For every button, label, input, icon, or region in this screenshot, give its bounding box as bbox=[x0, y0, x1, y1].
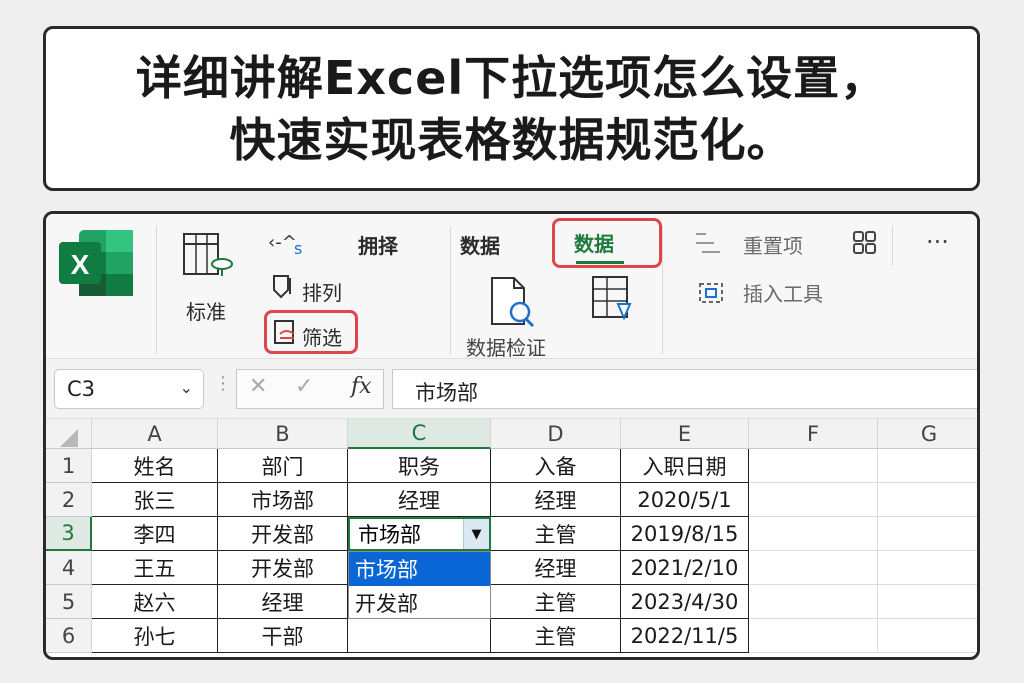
sort-label[interactable]: 排列 bbox=[302, 277, 342, 306]
table-cell[interactable]: 姓名 bbox=[92, 449, 218, 483]
choose-tab[interactable]: 拥择 bbox=[358, 230, 398, 259]
select-all-corner[interactable] bbox=[46, 419, 92, 449]
active-cell-value: 市场部 bbox=[358, 523, 421, 547]
row-header-4[interactable]: 4 bbox=[46, 551, 92, 585]
column-header-a[interactable]: A bbox=[92, 419, 218, 449]
row-header-3[interactable]: 3 bbox=[46, 517, 92, 551]
formula-bar: C3 ⌄ ⋮ ✕ ✓ fx 市场部 bbox=[46, 359, 977, 419]
row-header-1[interactable]: 1 bbox=[46, 449, 92, 483]
table-cell[interactable]: 王五 bbox=[92, 551, 218, 585]
table-cell[interactable]: 入备 bbox=[491, 449, 621, 483]
title-line-2: 快速实现表格数据规范化。 bbox=[229, 112, 794, 167]
filter-label[interactable]: 筛选 bbox=[302, 322, 342, 351]
logo-letter: X bbox=[71, 249, 90, 280]
excel-logo-icon: X bbox=[59, 230, 133, 296]
confirm-icon[interactable]: ✓ bbox=[295, 374, 313, 399]
standard-label[interactable]: 标准 bbox=[186, 296, 226, 325]
table-cell[interactable]: 经理 bbox=[491, 551, 621, 585]
empty-cell[interactable] bbox=[749, 517, 878, 551]
empty-cell[interactable] bbox=[878, 585, 977, 619]
table-cell[interactable]: 赵六 bbox=[92, 585, 218, 619]
name-box-value: C3 bbox=[67, 377, 96, 401]
empty-cell[interactable] bbox=[878, 483, 977, 517]
column-header-c[interactable]: C bbox=[348, 419, 491, 449]
empty-cell[interactable] bbox=[878, 449, 977, 483]
empty-cell[interactable] bbox=[749, 449, 878, 483]
name-box[interactable]: C3 ⌄ bbox=[54, 369, 204, 409]
more-options-icon[interactable]: ··· bbox=[926, 228, 949, 256]
excel-window: X 标准 ‹-^ s 排列 筛选 拥择 数据 数据 数据检证 重置项 插入工具 … bbox=[43, 211, 980, 660]
reset-label[interactable]: 重置项 bbox=[743, 230, 803, 259]
reset-icon[interactable] bbox=[694, 230, 722, 256]
column-header-d[interactable]: D bbox=[491, 419, 621, 449]
table-cell[interactable]: 入职日期 bbox=[621, 449, 749, 483]
chevron-down-icon[interactable]: ⌄ bbox=[180, 378, 193, 397]
table-cell[interactable]: 孙七 bbox=[92, 619, 218, 653]
dropdown-arrow-icon[interactable]: ▼ bbox=[463, 519, 489, 549]
table-filter-icon[interactable] bbox=[182, 232, 234, 280]
shapes-icon[interactable] bbox=[852, 230, 878, 256]
table-cell[interactable]: 2022/11/5 bbox=[621, 619, 749, 653]
table-cell[interactable]: 职务 bbox=[348, 449, 491, 483]
table-cell[interactable]: 经理 bbox=[218, 585, 348, 619]
empty-cell[interactable] bbox=[878, 517, 977, 551]
table-cell[interactable]: 主管 bbox=[491, 585, 621, 619]
table-cell[interactable]: 李四 bbox=[92, 517, 218, 551]
filter-icon[interactable] bbox=[272, 318, 300, 346]
title-line-1: 详细讲解Excel下拉选项怎么设置， bbox=[135, 50, 888, 105]
column-header-e[interactable]: E bbox=[621, 419, 749, 449]
dropdown-option-market[interactable]: 市场部 bbox=[349, 552, 490, 586]
table-cell[interactable]: 市场部 bbox=[218, 483, 348, 517]
column-header-f[interactable]: F bbox=[749, 419, 878, 449]
dropdown-list: 市场部 开发部 bbox=[348, 551, 491, 619]
table-cell[interactable]: 2021/2/10 bbox=[621, 551, 749, 585]
data-tab-plain[interactable]: 数据 bbox=[460, 230, 500, 259]
table-cell[interactable]: 开发部 bbox=[218, 551, 348, 585]
table-dropdown-icon[interactable] bbox=[590, 274, 634, 324]
column-header-b[interactable]: B bbox=[218, 419, 348, 449]
drag-handle-icon[interactable]: ⋮ bbox=[214, 373, 232, 394]
insert-tool-label[interactable]: 插入工具 bbox=[743, 278, 823, 307]
table-cell[interactable]: 张三 bbox=[92, 483, 218, 517]
data-validation-icon[interactable] bbox=[486, 274, 536, 328]
empty-cell[interactable] bbox=[749, 551, 878, 585]
sort-arrows-icon[interactable]: ‹-^ s bbox=[268, 230, 308, 256]
cancel-icon[interactable]: ✕ bbox=[249, 374, 267, 399]
column-header-g[interactable]: G bbox=[878, 419, 977, 449]
data-validation-label[interactable]: 数据检证 bbox=[466, 332, 546, 361]
empty-cell[interactable] bbox=[749, 585, 878, 619]
formula-controls: ✕ ✓ fx bbox=[236, 369, 384, 409]
empty-cell[interactable] bbox=[749, 483, 878, 517]
empty-cell[interactable] bbox=[878, 551, 977, 585]
table-cell[interactable]: 干部 bbox=[218, 619, 348, 653]
table-cell[interactable]: 经理 bbox=[491, 483, 621, 517]
insert-tool-icon[interactable] bbox=[694, 278, 728, 308]
empty-cell[interactable] bbox=[749, 619, 878, 653]
row-header-6[interactable]: 6 bbox=[46, 619, 92, 653]
table-cell[interactable] bbox=[348, 619, 491, 653]
svg-text:‹-^: ‹-^ bbox=[268, 232, 297, 253]
data-tab-active[interactable]: 数据 bbox=[574, 228, 614, 257]
title-banner: 详细讲解Excel下拉选项怎么设置， 快速实现表格数据规范化。 bbox=[43, 26, 980, 191]
table-cell[interactable]: 部门 bbox=[218, 449, 348, 483]
row-header-2[interactable]: 2 bbox=[46, 483, 92, 517]
row-header-5[interactable]: 5 bbox=[46, 585, 92, 619]
table-cell[interactable]: 开发部 bbox=[218, 517, 348, 551]
formula-input[interactable]: 市场部 bbox=[392, 369, 977, 409]
table-cell[interactable]: 2019/8/15 bbox=[621, 517, 749, 551]
table-cell[interactable]: 2020/5/1 bbox=[621, 483, 749, 517]
fx-icon[interactable]: fx bbox=[351, 374, 372, 399]
ribbon: X 标准 ‹-^ s 排列 筛选 拥择 数据 数据 数据检证 重置项 插入工具 … bbox=[46, 214, 977, 361]
table-cell[interactable]: 2023/4/30 bbox=[621, 585, 749, 619]
table-cell[interactable]: 经理 bbox=[348, 483, 491, 517]
table-cell[interactable]: 主管 bbox=[491, 619, 621, 653]
svg-text:s: s bbox=[294, 239, 302, 256]
dropdown-option-dev[interactable]: 开发部 bbox=[349, 586, 490, 619]
empty-cell[interactable] bbox=[878, 619, 977, 653]
sort-icon[interactable] bbox=[270, 272, 298, 300]
table-cell[interactable]: 主管 bbox=[491, 517, 621, 551]
